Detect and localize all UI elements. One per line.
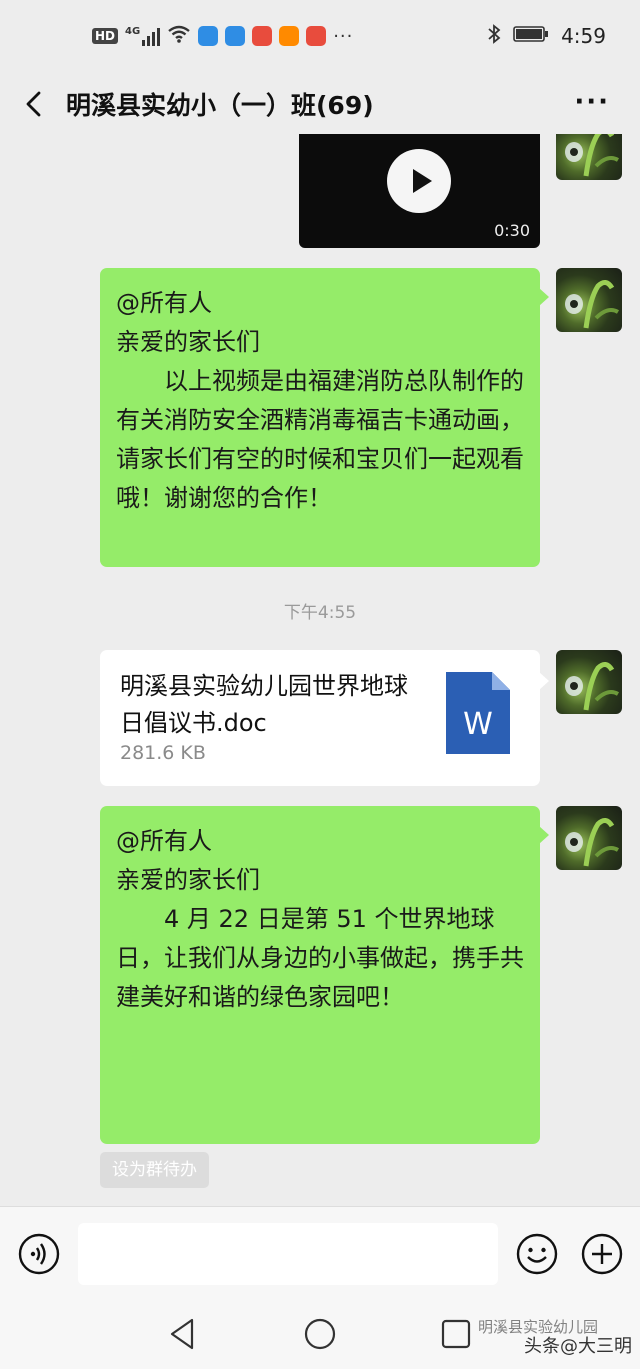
square-recents-icon	[441, 1319, 471, 1349]
file-message[interactable]: 明溪县实验幼儿园世界地球日倡议书.doc 281.6 KB W	[100, 650, 549, 786]
triangle-back-icon	[170, 1318, 194, 1350]
avatar[interactable]	[556, 134, 622, 180]
video-message[interactable]: 0:30	[299, 134, 540, 248]
avatar[interactable]	[556, 268, 622, 332]
bluetooth-icon	[487, 23, 501, 49]
more-functions-button[interactable]	[581, 1233, 623, 1275]
set-group-todo-button[interactable]: 设为群待办	[100, 1152, 209, 1188]
voice-icon	[18, 1233, 60, 1275]
signal-icon: 4G	[125, 26, 161, 46]
app-notification-icon	[225, 26, 246, 46]
more-notifications-icon: ···	[333, 25, 354, 47]
mention-all: @所有人	[116, 827, 212, 855]
greeting: 亲爱的家长们	[116, 866, 260, 894]
play-icon	[413, 169, 432, 193]
reader-app-icon	[306, 26, 327, 46]
svg-text:W: W	[463, 707, 493, 742]
circle-home-icon	[304, 1318, 336, 1350]
word-document-icon: W	[446, 672, 510, 754]
avatar[interactable]	[556, 650, 622, 714]
video-duration: 0:30	[494, 221, 530, 240]
input-bar	[0, 1206, 640, 1300]
avatar[interactable]	[556, 806, 622, 870]
file-name: 明溪县实验幼儿园世界地球日倡议书.doc	[120, 672, 408, 737]
mention-all: @所有人	[116, 289, 212, 317]
system-recents-button[interactable]	[440, 1318, 472, 1350]
video-app-icon	[279, 26, 300, 46]
text-message[interactable]: @所有人 亲爱的家长们 以上视频是由福建消防总队制作的有关消防安全酒精消毒福吉卡…	[100, 268, 549, 567]
voice-input-button[interactable]	[18, 1233, 60, 1275]
play-button[interactable]	[387, 149, 451, 213]
back-button[interactable]	[20, 84, 50, 124]
wifi-icon	[167, 24, 191, 48]
clock: 4:59	[561, 24, 606, 48]
greeting: 亲爱的家长们	[116, 328, 260, 356]
app-notification-icon	[198, 26, 219, 46]
more-options-button[interactable]: ···	[574, 89, 610, 115]
text-message[interactable]: @所有人 亲爱的家长们 4 月 22 日是第 51 个世界地球日，让我们从身边的…	[100, 806, 549, 1144]
chevron-left-icon	[26, 91, 41, 117]
system-back-button[interactable]	[166, 1316, 200, 1352]
file-size: 281.6 KB	[120, 742, 206, 764]
status-icons-left: HD 4G ···	[92, 24, 353, 48]
status-icons-right: 4:59	[487, 23, 606, 49]
message-list[interactable]: 0:30 @所有人 亲爱的家长们 以上视频是由福建消防总队制作的有关消防安全酒精…	[0, 134, 640, 1206]
system-navigation-bar: 明溪县实验幼儿园 头条@大三明	[0, 1300, 640, 1369]
bubble-tail	[539, 672, 549, 690]
battery-icon	[513, 24, 549, 48]
chat-header: 明溪县实幼小（一）班(69) ···	[0, 72, 640, 134]
watermark: 明溪县实验幼儿园 头条@大三明	[478, 1318, 638, 1356]
health-app-icon	[252, 26, 273, 46]
system-home-button[interactable]	[302, 1316, 338, 1352]
message-timestamp: 下午4:55	[283, 603, 357, 623]
chat-title: 明溪县实幼小（一）班(69)	[66, 91, 374, 120]
bubble-tail	[539, 288, 549, 306]
emoji-button[interactable]	[516, 1233, 558, 1275]
watermark-author: 头条@大三明	[524, 1336, 632, 1357]
hd-badge: HD	[92, 28, 119, 44]
bubble-tail	[539, 826, 549, 844]
message-input[interactable]	[78, 1223, 498, 1285]
emoji-icon	[516, 1233, 558, 1275]
status-bar: HD 4G ··· 4:59	[0, 0, 640, 72]
message-body: 4 月 22 日是第 51 个世界地球日，让我们从身边的小事做起，携手共建美好和…	[116, 905, 524, 1011]
network-type-label: 4G	[125, 26, 141, 37]
message-body: 以上视频是由福建消防总队制作的有关消防安全酒精消毒福吉卡通动画，请家长们有空的时…	[116, 367, 524, 512]
plus-icon	[581, 1233, 623, 1275]
watermark-source: 明溪县实验幼儿园	[478, 1318, 599, 1336]
